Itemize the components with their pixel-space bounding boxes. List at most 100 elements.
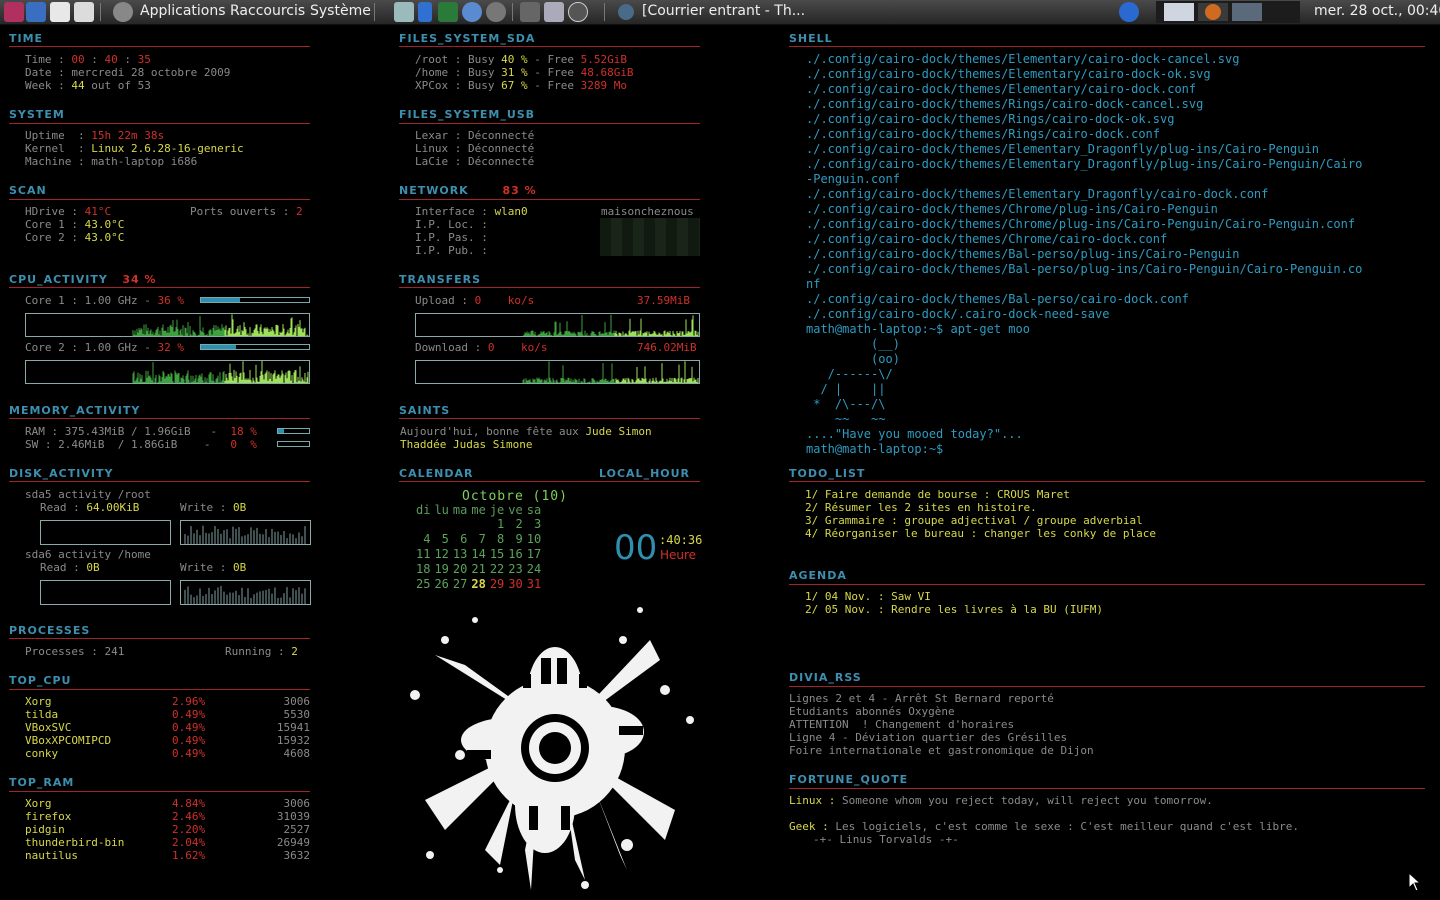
calendar-day[interactable] (451, 517, 469, 532)
process-pid: 4608 (283, 747, 311, 760)
workspace-2[interactable] (1198, 3, 1228, 21)
interface-line: Interface : wlan0 (415, 205, 528, 218)
process-percent: 2.96% (172, 695, 206, 708)
disc-icon[interactable] (486, 2, 506, 22)
calendar-day-name: di (416, 503, 431, 517)
browser-icon[interactable] (462, 2, 482, 22)
process-percent: 2.04% (172, 836, 206, 849)
calendar-day[interactable]: 14 (469, 547, 487, 562)
process-pid: 5530 (283, 708, 311, 721)
process-name: conky (25, 747, 59, 760)
process-row: tilda 0.49% 5530 (25, 708, 310, 721)
power-icon[interactable] (568, 2, 588, 22)
calendar-day[interactable]: 3 (525, 517, 543, 532)
calendar-day[interactable]: 1 (488, 517, 506, 532)
gear-icon[interactable] (113, 2, 133, 22)
calendar-day[interactable] (414, 517, 432, 532)
calendar-day[interactable]: 20 (451, 562, 469, 577)
process-row: Xorg 2.96% 3006 (25, 695, 310, 708)
menu-systeme[interactable]: Système (310, 3, 371, 19)
shell-header: SHELL (789, 32, 833, 45)
menu-raccourcis[interactable]: Raccourcis (230, 3, 305, 19)
calendar-day[interactable]: 13 (451, 547, 469, 562)
workspace-1[interactable] (1164, 3, 1194, 21)
todo-item: 1/ Faire demande de bourse : CROUS Maret (805, 488, 1070, 501)
process-name: VBoxSVC (25, 721, 72, 734)
agenda-item: 2/ 05 Nov. : Rendre les livres à la BU (… (805, 603, 1104, 616)
process-percent: 1.62% (172, 849, 206, 862)
close-x-icon[interactable] (544, 2, 564, 22)
calendar-day[interactable] (469, 517, 487, 532)
media-player-icon[interactable] (50, 2, 70, 22)
calendar-day[interactable]: 8 (488, 532, 506, 547)
calendar-day[interactable]: 29 (488, 577, 506, 592)
fs-free: 3289 Mo (580, 79, 627, 92)
shield-icon[interactable] (26, 2, 46, 22)
shell-line: / | || (806, 382, 886, 396)
workspace-switcher[interactable] (1156, 1, 1300, 23)
calendar-day[interactable]: 10 (525, 532, 543, 547)
calendar-day[interactable]: 25 (414, 577, 432, 592)
ram-line: RAM : 375.43MiB / 1.96GiB - 18 % (25, 425, 257, 438)
calendar-day[interactable] (432, 517, 450, 532)
rss-item: Ligne 4 - Déviation quartier des Grésill… (789, 731, 1068, 744)
mail-icon[interactable] (394, 2, 414, 22)
process-pid: 2527 (283, 823, 311, 836)
calendar-day[interactable]: 24 (525, 562, 543, 577)
calendar-day[interactable]: 31 (525, 577, 543, 592)
calendar-day[interactable]: 9 (506, 532, 524, 547)
clock-min-sec: :40:36 (659, 533, 703, 547)
workspace-3[interactable] (1232, 3, 1262, 21)
process-row: VBoxXPCOMIPCD 0.49% 15932 (25, 734, 310, 747)
shell-line: ./.config/cairo-dock/themes/Elementary/c… (806, 82, 1197, 96)
calendar-day[interactable]: 5 (432, 532, 450, 547)
bluetooth-icon[interactable] (418, 2, 432, 22)
shell-line: ./.config/cairo-dock/.cairo-dock-need-sa… (806, 307, 1110, 321)
calendar-day[interactable]: 15 (488, 547, 506, 562)
calendar-day[interactable]: 21 (469, 562, 487, 577)
upload-line: Upload : 0 ko/s (415, 294, 535, 307)
shell-line: ./.config/cairo-dock/themes/Chrome/cairo… (806, 232, 1168, 246)
todo-item: 4/ Réorganiser le bureau : changer les c… (805, 527, 1156, 540)
fs-sda-list: /root : Busy 40 % - Free 5.52GiB/home : … (415, 53, 634, 92)
calendar-day[interactable]: 7 (469, 532, 487, 547)
panel-clock[interactable]: mer. 28 oct., 00:40 (1314, 3, 1440, 19)
calendar-day[interactable]: 2 (506, 517, 524, 532)
app-launcher-icon[interactable] (4, 2, 24, 22)
calendar-day[interactable]: 19 (432, 562, 450, 577)
calendar-day[interactable]: 26 (432, 577, 450, 592)
fs-sda-header: FILES_SYSTEM_SDA (399, 32, 536, 45)
network-manager-icon[interactable] (438, 2, 458, 22)
calendar-day[interactable]: 22 (488, 562, 506, 577)
fortune-header: FORTUNE_QUOTE (789, 773, 909, 786)
calendar-day[interactable]: 12 (432, 547, 450, 562)
calendar-day[interactable]: 17 (525, 547, 543, 562)
calendar-day[interactable]: 27 (451, 577, 469, 592)
upload-graph (415, 313, 700, 337)
top-panel: Applications Raccourcis Système [Courrie… (0, 0, 1440, 25)
shell-line: (__) (806, 337, 900, 351)
calendar-day[interactable]: 6 (451, 532, 469, 547)
taskbar-window-title[interactable]: [Courrier entrant - Th... (642, 3, 805, 19)
usb-state: Déconnecté (467, 129, 535, 142)
calendar-day[interactable]: 23 (506, 562, 524, 577)
printer-icon[interactable] (74, 2, 94, 22)
clock-hour: 00 (614, 528, 658, 568)
download-line: Download : 0 ko/s (415, 341, 548, 354)
help-icon[interactable] (1119, 2, 1139, 22)
todo-header: TODO_LIST (789, 467, 866, 480)
calendar-day[interactable]: 16 (506, 547, 524, 562)
saints-line-2: Thaddée Judas Simone (400, 438, 533, 451)
calendar-day[interactable]: 4 (414, 532, 432, 547)
shell-line: ./.config/cairo-dock/themes/Chrome/plug-… (806, 217, 1356, 231)
tools-icon[interactable] (520, 2, 540, 22)
calendar-day[interactable]: 11 (414, 547, 432, 562)
menu-applications[interactable]: Applications (140, 3, 226, 19)
shell-line: ./.config/cairo-dock/themes/Rings/cairo-… (806, 112, 1175, 126)
sda6-write-graph (180, 580, 311, 605)
calendar-day[interactable]: 30 (506, 577, 524, 592)
shell-line: ./.config/cairo-dock/themes/Elementary_D… (806, 187, 1269, 201)
rss-item: ATTENTION ! Changement d'horaires (789, 718, 1015, 731)
calendar-day[interactable]: 28 (469, 577, 487, 592)
calendar-day[interactable]: 18 (414, 562, 432, 577)
